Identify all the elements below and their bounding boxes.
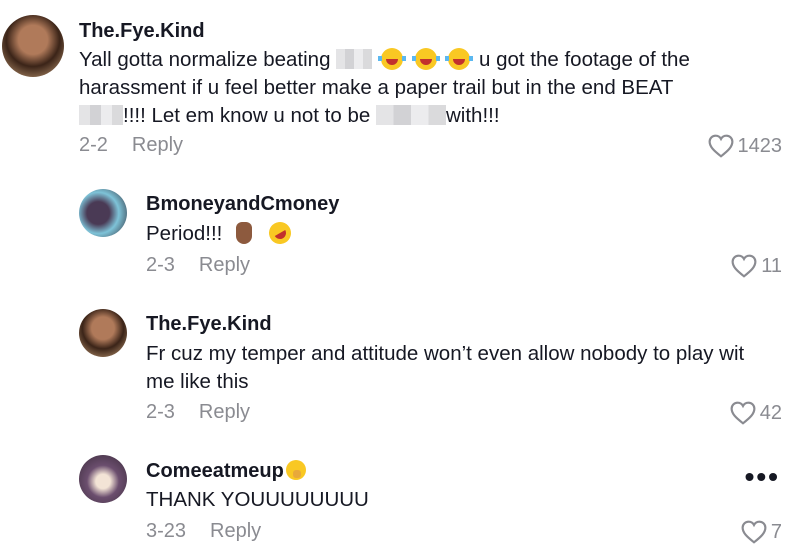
crossed-fingers-emoji-icon — [236, 222, 253, 244]
like-button[interactable]: 42 — [730, 401, 782, 425]
like-count: 11 — [761, 254, 782, 277]
comment-meta: 2-2 Reply — [79, 134, 183, 157]
avatar[interactable] — [2, 15, 64, 77]
like-count: 7 — [770, 520, 782, 543]
laughing-emoji-icon — [377, 48, 406, 70]
heart-outline-icon — [708, 134, 733, 158]
avatar[interactable] — [79, 189, 127, 237]
like-button[interactable]: 1423 — [708, 134, 783, 158]
heart-outline-icon — [730, 401, 756, 425]
like-count: 1423 — [737, 134, 783, 157]
laughing-emoji-icon — [411, 48, 440, 70]
reply-button[interactable]: Reply — [199, 254, 250, 276]
censored-text — [79, 105, 123, 125]
reply-button[interactable]: Reply — [210, 520, 261, 542]
heart-outline-icon — [741, 520, 767, 544]
comment-meta: 2-3 Reply — [146, 254, 250, 277]
comment-text: THANK YOUUUUUUUU — [146, 488, 369, 511]
like-count: 42 — [759, 401, 782, 424]
comment-text: Fr cuz my temper and attitude won’t even… — [146, 342, 745, 393]
comment-username[interactable]: The.Fye.Kind — [79, 20, 205, 43]
comment-text: Period!!! — [146, 217, 295, 249]
comment-date: 3-23 — [146, 520, 187, 542]
comment-meta: 2-3 Reply — [146, 401, 250, 424]
laughing-emoji-icon — [445, 48, 474, 70]
comment-text: Yall gotta normalize beating u got the f… — [79, 48, 690, 127]
like-button[interactable]: 7 — [741, 520, 782, 544]
censored-text — [375, 105, 446, 125]
heart-outline-icon — [731, 254, 757, 278]
rofl-emoji-icon — [264, 217, 295, 249]
avatar[interactable] — [79, 309, 127, 357]
reply-button[interactable]: Reply — [199, 401, 250, 423]
reply-button[interactable]: Reply — [132, 134, 183, 156]
comment-username[interactable]: Comeeatmeup — [146, 460, 309, 483]
like-button[interactable]: 11 — [731, 254, 782, 278]
more-options-icon[interactable]: ••• — [745, 461, 780, 493]
censored-text — [336, 49, 373, 69]
comment-date: 2-2 — [79, 134, 108, 156]
comment-meta: 3-23 Reply — [146, 520, 261, 543]
comment-date: 2-3 — [146, 401, 175, 423]
avatar[interactable] — [79, 455, 127, 503]
comment-date: 2-3 — [146, 254, 175, 276]
comment-username[interactable]: BmoneyandCmoney — [146, 193, 339, 216]
face-with-hand-emoji-icon — [285, 460, 306, 480]
comment-username[interactable]: The.Fye.Kind — [146, 313, 272, 336]
